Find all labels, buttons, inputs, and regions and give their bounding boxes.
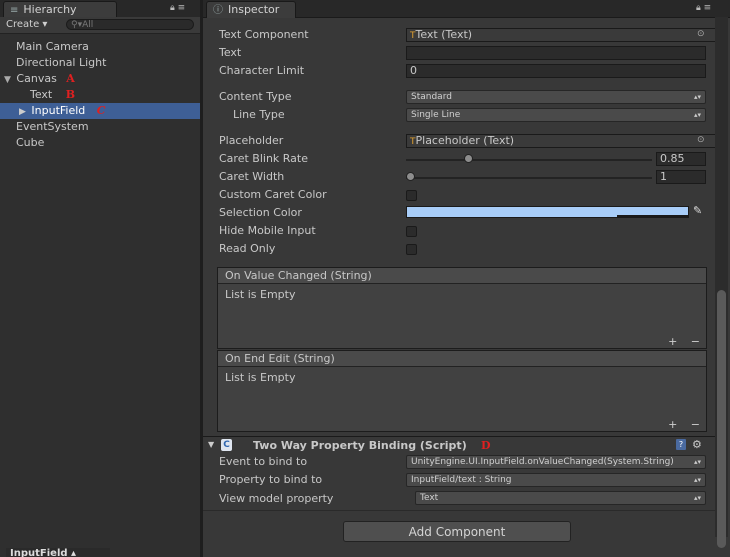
label-caret-blink-rate: Caret Blink Rate: [219, 152, 308, 165]
label-view-model-property: View model property: [219, 492, 334, 505]
caret-width-field[interactable]: 1: [656, 170, 706, 184]
inspector-scrollbar[interactable]: [715, 17, 728, 548]
label-caret-width: Caret Width: [219, 170, 285, 183]
script-icon: C: [221, 439, 232, 451]
dropdown-arrow-icon: ▴▾: [693, 111, 701, 119]
component-title: Two Way Property Binding (Script): [253, 439, 467, 452]
hierarchy-item-main-camera[interactable]: Main Camera: [0, 39, 200, 55]
hierarchy-item-text[interactable]: Text B: [0, 87, 200, 103]
dropdown-arrow-icon: ▴▾: [693, 476, 701, 484]
object-picker-icon[interactable]: ⊙: [697, 135, 705, 145]
alpha-bar: [617, 215, 688, 217]
selection-color-swatch[interactable]: [406, 206, 689, 218]
label-content-type: Content Type: [219, 90, 292, 103]
hierarchy-tabbar: ≡ Hierarchy 🔒︎ ≡: [0, 0, 200, 18]
label-hide-mobile-input: Hide Mobile Input: [219, 224, 316, 237]
annotation-a: A: [66, 72, 75, 85]
remove-listener-button[interactable]: −: [691, 418, 700, 431]
hierarchy-item-cube[interactable]: Cube: [0, 135, 200, 151]
placeholder-field[interactable]: TPlaceholder (Text): [406, 134, 716, 148]
inspector-panel: ⓘ Inspector 🔒︎ ≡ Text Component TText (Te…: [203, 0, 730, 557]
lock-icon[interactable]: 🔒︎ ≡: [696, 3, 711, 13]
event-footer: + −: [668, 418, 700, 432]
character-limit-field[interactable]: 0: [406, 64, 706, 78]
hierarchy-item-canvas[interactable]: ▼ Canvas A: [0, 71, 200, 87]
hierarchy-toolbar: Create ▾ ⚲▾All: [0, 17, 200, 34]
caret-blink-rate-knob[interactable]: [463, 154, 473, 163]
help-icon[interactable]: ?: [676, 439, 686, 450]
event-title: On Value Changed (String): [218, 268, 706, 284]
caret-blink-rate-slider[interactable]: [406, 159, 652, 161]
caret-width-slider[interactable]: [406, 177, 652, 179]
caret-width-knob[interactable]: [406, 172, 415, 181]
hierarchy-panel: ≡ Hierarchy 🔒︎ ≡ Create ▾ ⚲▾All Main Came…: [0, 0, 200, 557]
bottom-tab-inputfield[interactable]: InputField ▴: [6, 548, 110, 557]
event-list-empty: List is Empty: [225, 288, 296, 301]
event-to-bind-dropdown[interactable]: UnityEngine.UI.InputField.onValueChanged…: [406, 455, 706, 469]
label-selection-color: Selection Color: [219, 206, 302, 219]
text-component-field[interactable]: TText (Text): [406, 28, 716, 42]
hierarchy-item-inputfield[interactable]: ▶ InputField C: [0, 103, 200, 119]
on-end-edit-event: On End Edit (String) List is Empty + −: [217, 350, 707, 432]
add-listener-button[interactable]: +: [668, 335, 677, 348]
event-footer: + −: [668, 335, 700, 349]
label-property-to-bind: Property to bind to: [219, 473, 323, 486]
search-icon: ⚲▾: [71, 20, 83, 30]
on-value-changed-event: On Value Changed (String) List is Empty …: [217, 267, 707, 349]
dropdown-arrow-icon: ▴▾: [693, 458, 701, 466]
label-text-component: Text Component: [219, 28, 309, 41]
annotation-c: C: [96, 104, 106, 117]
custom-caret-color-checkbox[interactable]: [406, 190, 417, 201]
label-event-to-bind: Event to bind to: [219, 455, 308, 468]
divider: [203, 510, 715, 511]
create-button[interactable]: Create ▾: [6, 18, 47, 32]
label-placeholder: Placeholder: [219, 134, 284, 147]
label-line-type: Line Type: [233, 108, 285, 121]
event-list-empty: List is Empty: [225, 371, 296, 384]
annotation-b: B: [65, 88, 76, 101]
property-to-bind-dropdown[interactable]: InputField/text : String ▴▾: [406, 473, 706, 487]
remove-listener-button[interactable]: −: [691, 335, 700, 348]
annotation-d: D: [481, 439, 491, 452]
hierarchy-item-eventsystem[interactable]: EventSystem: [0, 119, 200, 135]
view-model-property-dropdown[interactable]: Text ▴▾: [415, 491, 706, 505]
scrollbar-thumb[interactable]: [717, 290, 726, 548]
hierarchy-item-directional-light[interactable]: Directional Light: [0, 55, 200, 71]
content-type-dropdown[interactable]: Standard ▴▾: [406, 90, 706, 104]
label-custom-caret-color: Custom Caret Color: [219, 188, 327, 201]
label-text: Text: [219, 46, 242, 59]
search-input[interactable]: ⚲▾All: [66, 19, 194, 30]
caret-blink-rate-field[interactable]: 0.85: [656, 152, 706, 166]
tab-inspector[interactable]: ⓘ Inspector: [206, 1, 296, 18]
foldout-arrow-icon[interactable]: ▼: [208, 440, 214, 449]
object-picker-icon[interactable]: ⊙: [697, 29, 705, 39]
expand-arrow-icon[interactable]: ▼: [4, 75, 11, 85]
binding-component-header[interactable]: ▼ C Two Way Property Binding (Script) D …: [203, 436, 718, 455]
inspector-tabbar: ⓘ Inspector 🔒︎ ≡: [203, 0, 730, 18]
label-character-limit: Character Limit: [219, 64, 305, 77]
line-type-dropdown[interactable]: Single Line ▴▾: [406, 108, 706, 122]
collapse-arrow-icon[interactable]: ▶: [19, 107, 26, 117]
read-only-checkbox[interactable]: [406, 244, 417, 255]
lock-icon[interactable]: 🔒︎ ≡: [170, 3, 185, 13]
dropdown-arrow-icon: ▴▾: [693, 494, 701, 502]
event-title: On End Edit (String): [218, 351, 706, 367]
dropdown-arrow-icon: ▴▾: [693, 93, 701, 101]
gear-icon[interactable]: ⚙: [692, 438, 702, 451]
hide-mobile-input-checkbox[interactable]: [406, 226, 417, 237]
text-field[interactable]: [406, 46, 706, 60]
add-component-button[interactable]: Add Component: [343, 521, 571, 542]
label-read-only: Read Only: [219, 242, 276, 255]
tab-hierarchy[interactable]: ≡ Hierarchy: [3, 1, 117, 18]
info-icon: ⓘ: [213, 5, 223, 16]
add-listener-button[interactable]: +: [668, 418, 677, 431]
eyedropper-icon[interactable]: ✎: [693, 204, 702, 217]
